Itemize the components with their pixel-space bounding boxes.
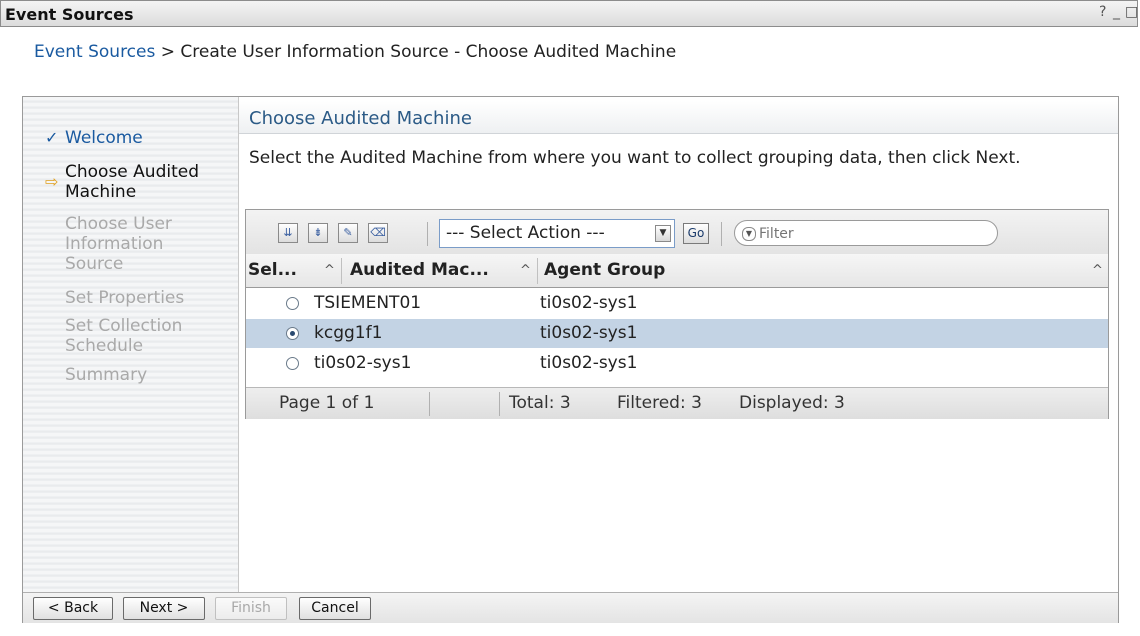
- toolbar-divider: [427, 222, 428, 246]
- wizard-step-choose-user-information-source: Choose User Information Source: [65, 214, 172, 274]
- table-row[interactable]: TSIEMENT01 ti0s02-sys1: [246, 289, 1108, 318]
- clear-sort-icon[interactable]: ⌫: [368, 223, 388, 243]
- table-row[interactable]: ti0s02-sys1 ti0s02-sys1: [246, 349, 1108, 378]
- chevron-down-icon: ▼: [655, 225, 671, 242]
- table-row[interactable]: kcgg1f1 ti0s02-sys1: [246, 319, 1108, 348]
- content-header: Choose Audited Machine: [239, 101, 1118, 134]
- column-header-audited-machine[interactable]: Audited Mac... ^: [350, 254, 536, 287]
- wizard-button-bar: < Back Next > Finish Cancel: [23, 592, 1118, 623]
- next-button[interactable]: Next >: [123, 597, 205, 620]
- page-title: Choose Audited Machine: [249, 108, 472, 129]
- go-button[interactable]: Go: [683, 223, 709, 244]
- cell-agent-group: ti0s02-sys1: [540, 353, 638, 373]
- help-icon[interactable]: ?: [1099, 4, 1106, 20]
- row-select-radio[interactable]: [286, 297, 299, 310]
- edit-sort-icon[interactable]: ✎: [338, 223, 358, 243]
- filtered-count: Filtered: 3: [617, 393, 702, 413]
- minimize-icon[interactable]: _: [1113, 4, 1120, 20]
- wizard-step-welcome[interactable]: ✓ Welcome: [45, 128, 143, 148]
- back-button[interactable]: < Back: [33, 597, 113, 620]
- wizard-step-choose-audited-machine: ⇨ Choose Audited Machine: [45, 162, 199, 202]
- cell-agent-group: ti0s02-sys1: [540, 293, 638, 313]
- displayed-count: Displayed: 3: [739, 393, 845, 413]
- footer-divider: [429, 392, 430, 416]
- filter-dropdown-icon[interactable]: ▼: [742, 227, 756, 241]
- row-select-radio[interactable]: [286, 357, 299, 370]
- filter-field[interactable]: ▼: [734, 220, 998, 246]
- finish-button: Finish: [215, 597, 287, 620]
- page-indicator: Page 1 of 1: [279, 393, 375, 413]
- table-footer: Page 1 of 1 Total: 3 Filtered: 3 Display…: [246, 387, 1108, 419]
- breadcrumb-separator: >: [160, 42, 176, 62]
- wizard-step-set-collection-schedule: Set Collection Schedule: [65, 316, 183, 356]
- wizard-step-summary: Summary: [65, 365, 148, 385]
- sort-icon[interactable]: ^: [520, 254, 531, 287]
- maximize-icon[interactable]: □: [1125, 4, 1138, 20]
- row-select-radio[interactable]: [286, 327, 299, 340]
- column-header-agent-group[interactable]: Agent Group ^: [544, 254, 1104, 287]
- audited-machine-table: ⇊ ⇟ ✎ ⌫ --- Select Action --- ▼ Go ▼ Se: [245, 209, 1109, 419]
- select-all-icon[interactable]: ⇊: [278, 223, 298, 243]
- arrow-right-icon: ⇨: [45, 172, 59, 191]
- sort-icon[interactable]: ^: [1092, 254, 1103, 287]
- cell-audited-machine: kcgg1f1: [314, 323, 383, 343]
- window-title: Event Sources: [5, 5, 134, 24]
- wizard-step-set-properties: Set Properties: [65, 288, 185, 308]
- wizard-frame: ✓ Welcome ⇨ Choose Audited Machine Choos…: [22, 96, 1119, 623]
- cell-audited-machine: TSIEMENT01: [314, 293, 422, 313]
- instructions-text: Select the Audited Machine from where yo…: [249, 148, 1021, 168]
- footer-divider: [499, 392, 500, 416]
- column-divider[interactable]: [537, 258, 538, 284]
- column-header-select[interactable]: Sel... ^: [248, 254, 338, 287]
- wizard-steps-panel: ✓ Welcome ⇨ Choose Audited Machine Choos…: [23, 97, 239, 592]
- toolbar-divider: [721, 222, 722, 246]
- portlet-title-bar: Event Sources ? _ □: [0, 0, 1138, 27]
- table-toolbar: ⇊ ⇟ ✎ ⌫ --- Select Action --- ▼ Go ▼: [246, 210, 1108, 255]
- checkmark-icon: ✓: [45, 128, 59, 147]
- cell-agent-group: ti0s02-sys1: [540, 323, 638, 343]
- breadcrumb-link-event-sources[interactable]: Event Sources: [34, 42, 155, 62]
- cell-audited-machine: ti0s02-sys1: [314, 353, 412, 373]
- cancel-button[interactable]: Cancel: [299, 597, 371, 620]
- breadcrumb-current: Create User Information Source - Choose …: [180, 42, 677, 62]
- total-count: Total: 3: [509, 393, 571, 413]
- select-action-dropdown[interactable]: --- Select Action --- ▼: [439, 219, 675, 248]
- deselect-all-icon[interactable]: ⇟: [308, 223, 328, 243]
- sort-icon[interactable]: ^: [324, 254, 335, 287]
- wizard-content: Choose Audited Machine Select the Audite…: [239, 97, 1118, 592]
- breadcrumb: Event Sources > Create User Information …: [34, 42, 676, 62]
- filter-input[interactable]: [757, 224, 961, 244]
- column-divider[interactable]: [341, 258, 342, 284]
- table-header: Sel... ^ Audited Mac... ^ Agent Group ^: [246, 254, 1108, 288]
